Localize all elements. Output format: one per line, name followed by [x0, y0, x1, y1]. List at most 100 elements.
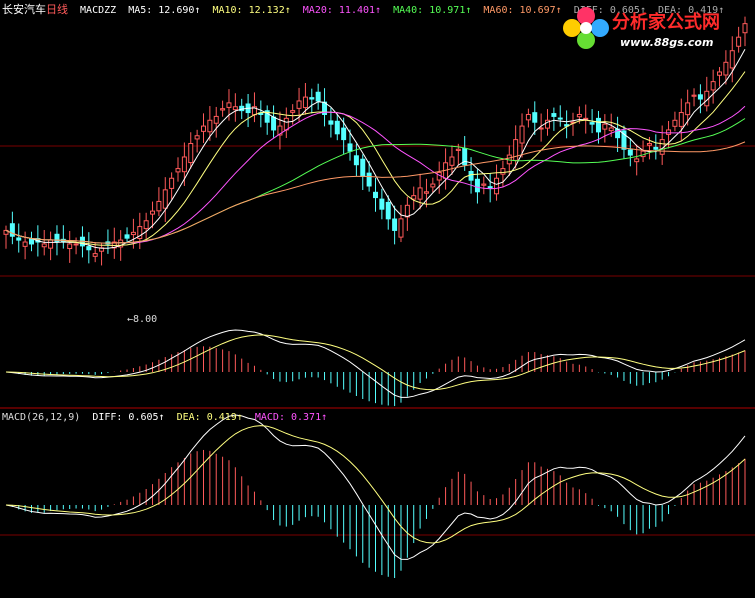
ma60-value: MA60: 10.697↑ — [483, 5, 562, 16]
candle-body — [73, 243, 79, 246]
candle-body — [385, 201, 391, 220]
candle-body — [678, 112, 684, 127]
candle-body — [334, 120, 340, 135]
ma10-value: MA10: 12.132↑ — [212, 5, 291, 16]
candle-body — [538, 127, 544, 130]
candle-body — [86, 246, 92, 251]
candle-body — [188, 142, 194, 164]
candle-body — [576, 113, 582, 118]
stock-chart — [0, 16, 755, 578]
candle-body — [717, 71, 723, 76]
candle-body — [723, 61, 729, 76]
candle-body — [608, 127, 614, 132]
candle-body — [423, 191, 429, 194]
candle-body — [513, 139, 519, 161]
candle-body — [220, 108, 226, 111]
candle-body — [583, 117, 589, 120]
candle-body — [271, 116, 277, 131]
candle-body — [360, 158, 366, 177]
candle-body — [48, 239, 54, 249]
stock-name[interactable]: 长安汽车 — [2, 3, 46, 16]
candle-body — [150, 210, 156, 215]
macd-diff-value: DIFF: 0.605↑ — [92, 412, 165, 423]
candle-body — [194, 135, 200, 140]
candle-body — [124, 234, 130, 239]
candle-body — [487, 186, 493, 189]
candle-body — [481, 183, 487, 186]
candle-body — [595, 117, 601, 133]
candle-body — [92, 253, 98, 257]
candle-body — [213, 115, 219, 124]
candle-body — [143, 220, 149, 230]
candle-body — [366, 172, 372, 187]
candle-body — [551, 113, 557, 117]
candle-body — [627, 149, 633, 156]
candle-body — [430, 183, 436, 188]
candle-body — [379, 198, 385, 210]
candle-body — [54, 233, 60, 243]
candle-body — [468, 170, 474, 181]
candle-body — [449, 156, 455, 166]
candle-body — [685, 102, 691, 116]
logo-url[interactable]: www.88gs.com — [620, 36, 713, 49]
candle-body — [41, 243, 47, 248]
candle-body — [347, 143, 353, 152]
candle-body — [130, 231, 136, 236]
candle-body — [232, 106, 238, 111]
ma10-line — [5, 71, 746, 247]
candle-body — [341, 127, 347, 141]
candle-body — [283, 117, 289, 131]
candle-body — [162, 189, 168, 209]
candle-body — [309, 97, 315, 100]
candle-body — [646, 142, 652, 146]
candle-body — [22, 241, 28, 247]
candle-body — [353, 155, 359, 166]
macd-dea-value: DEA: 0.419↑ — [176, 412, 243, 423]
candle-body — [557, 117, 563, 120]
candle-body — [404, 204, 410, 218]
candle-body — [181, 156, 187, 173]
candle-body — [207, 119, 213, 133]
candle-body — [634, 158, 640, 163]
candle-body — [532, 112, 538, 123]
candle-body — [729, 50, 735, 69]
indicator-name: MACDZZ — [80, 5, 117, 16]
candle-body — [710, 81, 716, 91]
candle-body — [328, 120, 334, 125]
candle-body — [392, 218, 398, 231]
ma40-value: MA40: 10.971↑ — [393, 5, 472, 16]
candle-body — [290, 110, 296, 113]
candle-body — [697, 94, 703, 100]
candle-body — [200, 125, 206, 132]
candle-body — [67, 243, 73, 250]
candle-body — [302, 96, 308, 109]
candle-body — [296, 100, 302, 109]
candle-body — [417, 187, 423, 200]
candle-body — [474, 178, 480, 193]
ma5-value: MA5: 12.690↑ — [128, 5, 201, 16]
candle-body — [589, 122, 595, 125]
candle-body — [525, 113, 531, 121]
candle-body — [494, 177, 500, 195]
period-label[interactable]: 日线 — [46, 3, 68, 16]
candle-body — [653, 146, 659, 150]
candle-body — [519, 125, 525, 144]
candle-body — [373, 191, 378, 199]
candle-body — [9, 223, 15, 237]
candle-body — [691, 94, 697, 97]
candle-body — [398, 218, 404, 238]
macd-name: MACD(26,12,9) — [2, 412, 81, 423]
candle-body — [602, 123, 608, 130]
candle-body — [666, 129, 672, 135]
candle-body — [500, 168, 506, 175]
candle-body — [672, 119, 678, 127]
candle-body — [169, 177, 175, 189]
candle-body — [455, 148, 461, 151]
macd-macd-value: MACD: 0.371↑ — [254, 412, 328, 423]
candle-body — [175, 168, 181, 173]
candle-body — [315, 91, 321, 102]
ma20-value: MA20: 11.401↑ — [302, 5, 382, 16]
candle-body — [16, 237, 22, 241]
candle-body — [226, 102, 232, 108]
low-price-annotation: ←8.00 — [127, 314, 158, 325]
